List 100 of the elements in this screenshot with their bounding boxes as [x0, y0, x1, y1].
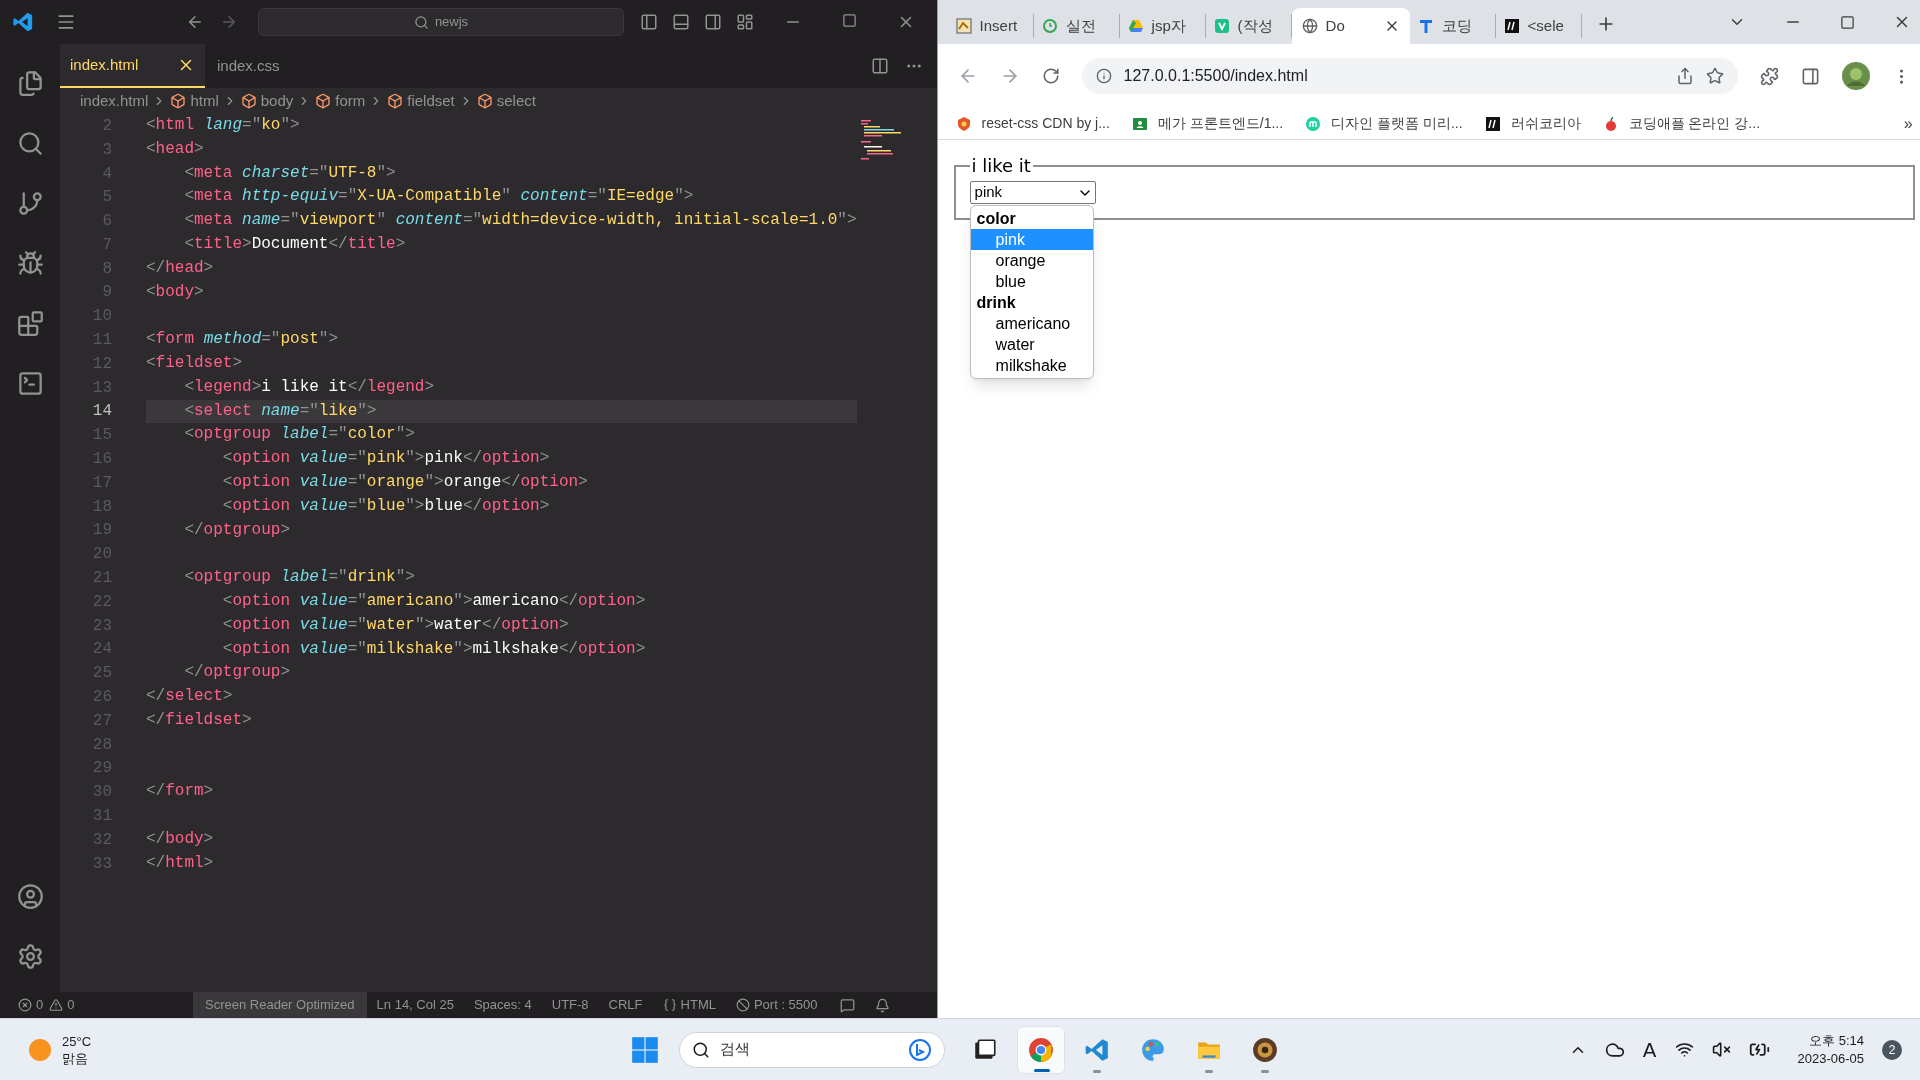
dropdown-option[interactable]: milkshake	[970, 355, 1093, 376]
address-bar[interactable]: 127.0.0.1:5500/index.html	[1081, 58, 1738, 94]
site-icon	[1131, 115, 1148, 132]
code-line: <option value="water">water</option>	[221, 614, 569, 636]
editor-tab[interactable]: index.css	[205, 44, 292, 88]
dropdown-option[interactable]: orange	[970, 250, 1093, 271]
assistant-icon[interactable]	[908, 1037, 932, 1062]
cube-icon	[387, 93, 404, 109]
warning-icon	[49, 998, 64, 1012]
panel-bottom-icon[interactable]	[672, 13, 690, 31]
debug-icon[interactable]	[16, 250, 44, 277]
wifi-icon[interactable]	[1674, 1040, 1694, 1059]
status-item[interactable]: Screen Reader Optimized	[193, 992, 367, 1018]
temperature: 25°C	[62, 1032, 92, 1050]
menu-icon[interactable]	[56, 12, 76, 32]
side-panel-icon[interactable]	[1800, 66, 1820, 86]
dropdown-option[interactable]: blue	[970, 271, 1093, 292]
code-line: </select>	[146, 686, 233, 708]
feedback-icon[interactable]	[839, 997, 855, 1013]
site-icon	[1484, 115, 1501, 132]
panel-left-icon[interactable]	[640, 13, 658, 31]
share-icon[interactable]	[1675, 67, 1694, 85]
bell-icon[interactable]	[874, 997, 890, 1013]
bookmark-item[interactable]: 코딩애플 온라인 강...	[1602, 113, 1761, 134]
status-item[interactable]: Port : 5500	[725, 992, 828, 1018]
notification-badge[interactable]: 2	[1882, 1039, 1902, 1060]
clock-time[interactable]: 오후 5:14	[1809, 1031, 1864, 1050]
bookmark-item[interactable]: 메가 프론트엔드/1...	[1131, 113, 1284, 134]
input-indicator[interactable]: A	[1642, 1034, 1657, 1065]
browser-tab[interactable]: (작성	[1205, 14, 1292, 38]
code-line: <legend>i like it</legend>	[183, 376, 435, 398]
volume-muted-icon[interactable]	[1711, 1040, 1731, 1059]
status-item[interactable]: CRLF	[598, 992, 653, 1018]
panel-right-icon[interactable]	[704, 13, 722, 31]
bookmark-item[interactable]: 디자인 플랫폼 미리...	[1305, 113, 1463, 134]
code-line: <option value="orange">orange</option>	[221, 471, 588, 493]
running-indicator	[1261, 1069, 1269, 1073]
browser-tab[interactable]: 실전	[1033, 14, 1120, 38]
bookmarks-overflow[interactable]: »	[1903, 111, 1913, 136]
browser-tab[interactable]: Do	[1291, 8, 1410, 44]
weather-condition: 맑음	[62, 1049, 89, 1067]
browser-icon	[1028, 1036, 1054, 1063]
code-line: <meta http-equiv="X-UA-Compatible" content="IE=edge">	[183, 186, 694, 208]
site-icon	[955, 115, 972, 132]
breadcrumb-item[interactable]: form	[315, 89, 366, 113]
browser-tab[interactable]: <sele	[1495, 14, 1582, 38]
maximize-icon[interactable]	[1839, 14, 1855, 30]
split-editor-icon[interactable]	[870, 57, 889, 75]
code-line: <meta name="viewport" content="width=device-width, initial-scale=1.0">	[183, 210, 857, 232]
account-icon[interactable]	[16, 883, 44, 910]
breadcrumb-item[interactable]: body	[240, 89, 294, 113]
globe-icon	[1301, 18, 1318, 34]
files-icon[interactable]	[16, 70, 44, 97]
dropdown-option[interactable]: americano	[970, 313, 1093, 334]
url-text: 127.0.0.1:5500/index.html	[1123, 66, 1308, 86]
code-line: <option value="blue">blue</option>	[221, 495, 550, 517]
cube-icon	[315, 93, 332, 109]
breadcrumb-item[interactable]: html	[170, 89, 219, 113]
site-icon	[1417, 18, 1434, 34]
search-icon[interactable]	[16, 130, 44, 157]
avatar-icon[interactable]	[1841, 62, 1870, 90]
status-item[interactable]: HTML	[652, 992, 726, 1018]
bookmark-item[interactable]: 러쉬코리아	[1484, 113, 1581, 134]
dropdown-option[interactable]: water	[970, 334, 1093, 355]
layout-icon[interactable]	[736, 13, 754, 31]
code-line: </optgroup>	[183, 519, 291, 541]
command-search-field[interactable]: newjs	[258, 8, 624, 36]
running-indicator	[1093, 1069, 1101, 1073]
status-item[interactable]: UTF-8	[541, 992, 599, 1018]
clock-date[interactable]: 2023-06-05	[1797, 1049, 1864, 1068]
status-item[interactable]: Spaces: 4	[463, 992, 542, 1018]
browser-tab[interactable]: Insert	[947, 14, 1034, 38]
search-bar[interactable]: 검색	[679, 1031, 945, 1068]
maximize-icon[interactable]	[841, 13, 857, 28]
browser-tab[interactable]: 코딩	[1409, 14, 1496, 38]
search-field[interactable]: 검색	[720, 1038, 898, 1061]
reload-icon[interactable]	[1041, 67, 1060, 85]
breadcrumb-item[interactable]: select	[476, 89, 536, 113]
error-count[interactable]: 0	[36, 995, 44, 1015]
browser-tab[interactable]: jsp자	[1119, 14, 1206, 38]
editor-tab[interactable]: index.html	[60, 44, 205, 88]
status-item[interactable]: Ln 14, Col 25	[366, 992, 464, 1018]
settings-icon[interactable]	[16, 943, 44, 970]
extensions-icon[interactable]	[1759, 66, 1779, 86]
select-field[interactable]: pink	[969, 181, 1096, 204]
breadcrumb-item[interactable]: index.html	[80, 89, 149, 113]
search-icon	[413, 14, 429, 30]
site-icon	[1127, 18, 1144, 34]
terminal-icon[interactable]	[16, 370, 44, 397]
breadcrumb-item[interactable]: fieldset	[387, 89, 455, 113]
site-icon	[955, 18, 972, 34]
code-line: </optgroup>	[183, 662, 291, 684]
app-logo-icon[interactable]	[12, 11, 34, 33]
extensions-icon[interactable]	[16, 310, 44, 337]
code-line: <option value="milkshake">milkshake</option>	[221, 638, 646, 660]
start-icon[interactable]	[631, 1035, 659, 1064]
star-icon[interactable]	[1705, 67, 1724, 85]
branch-icon[interactable]	[16, 190, 44, 217]
warning-count[interactable]: 0	[67, 995, 75, 1015]
bookmark-item[interactable]: reset-css CDN by j...	[955, 113, 1110, 134]
